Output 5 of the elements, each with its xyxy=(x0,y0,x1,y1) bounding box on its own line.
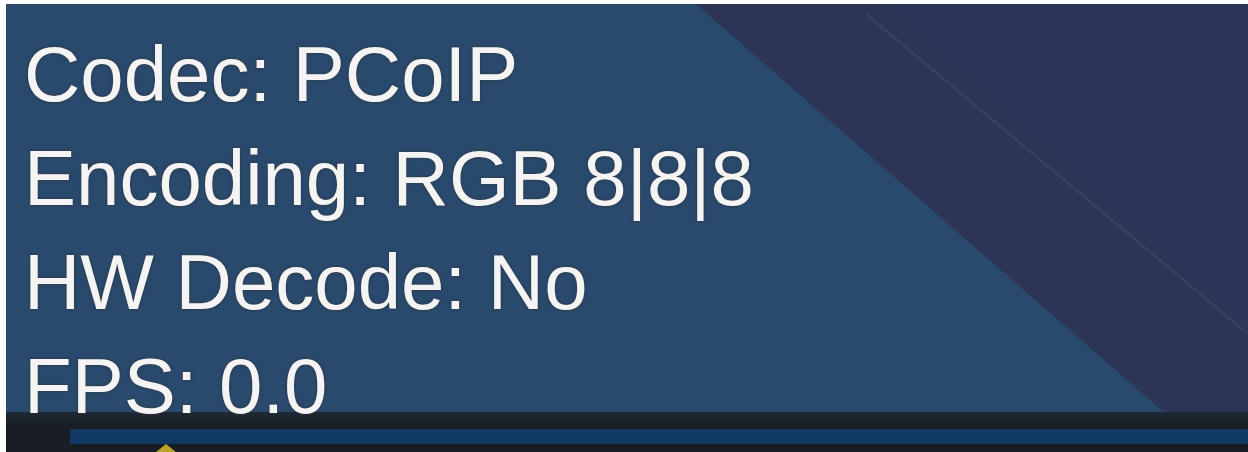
stat-text: FPS: 0.0 xyxy=(24,341,328,432)
stat-text: Encoding: RGB 8|8|8 xyxy=(24,133,754,224)
triangle-icon[interactable] xyxy=(156,444,176,452)
stat-text: HW Decode: No xyxy=(24,237,588,328)
stat-text: Codec: PCoIP xyxy=(24,29,519,120)
